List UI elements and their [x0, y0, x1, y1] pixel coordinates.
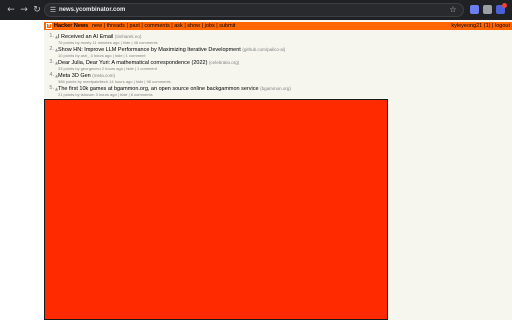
story-rank: 3. — [49, 59, 54, 65]
extension-icon[interactable] — [483, 5, 492, 14]
url-text[interactable]: news.ycombinator.com — [59, 5, 125, 15]
story-row: 3. ▲ Dear Julia, Dear Yuri: A mathematic… — [44, 59, 512, 72]
notification-dot — [502, 3, 507, 8]
page-content: Y Hacker News new | threads | past | com… — [0, 20, 512, 320]
story-domain[interactable]: (github.com/palico-ai) — [242, 47, 285, 52]
story-subtext: 386 points by meetpateltech 14 hours ago… — [58, 79, 171, 84]
story-row: 2. ▲ Show HN: Improve LLM Performance by… — [44, 46, 512, 59]
extension-icon[interactable] — [496, 3, 507, 14]
browser-toolbar: ← → ↻ ☰ news.ycombinator.com ☆ — [0, 0, 512, 20]
story-row: 4. ▲ Meta 3D Gen (meta.com) 386 points b… — [44, 72, 512, 85]
story-domain[interactable]: (timharek.no) — [115, 34, 142, 39]
forward-arrow-icon[interactable]: → — [17, 3, 31, 17]
story-row: 5. ▲ The first 10k games at bgammon.org,… — [44, 85, 512, 98]
red-overlay-panel — [44, 99, 388, 320]
back-arrow-icon[interactable]: ← — [4, 3, 18, 17]
site-title[interactable]: Hacker News — [54, 22, 88, 30]
top-nav: new | threads | past | comments | ask | … — [92, 23, 236, 29]
nav-link-submit[interactable]: submit — [219, 23, 235, 29]
story-domain[interactable]: (bgammon.org) — [260, 86, 291, 91]
hn-header: Y Hacker News new | threads | past | com… — [44, 22, 512, 30]
nav-link-show[interactable]: show — [187, 23, 200, 29]
address-bar[interactable]: ☰ news.ycombinator.com ☆ — [44, 3, 464, 17]
story-row: 1. ▲ I Received an AI Email (timharek.no… — [44, 33, 512, 46]
story-subtext: 76 points by mosty 11 minutes ago | hide… — [58, 40, 158, 45]
hn-frame: Y Hacker News new | threads | past | com… — [44, 20, 512, 320]
logout-link[interactable]: logout — [495, 23, 510, 29]
story-subtext: 10 points by ash_ 3 hours ago | hide | 1… — [58, 53, 146, 58]
nav-link-jobs[interactable]: jobs — [205, 23, 215, 29]
story-subtext: 33 points by georgecmu 2 hours ago | hid… — [58, 66, 157, 71]
extension-icon[interactable] — [470, 5, 479, 14]
site-info-icon[interactable]: ☰ — [48, 5, 58, 15]
nav-link-new[interactable]: new — [92, 23, 102, 29]
username-link[interactable]: kyleyeong21 (1) — [451, 23, 490, 29]
story-rank: 2. — [49, 46, 54, 52]
y-logo-icon[interactable]: Y — [46, 23, 52, 29]
reload-icon[interactable]: ↻ — [30, 3, 44, 17]
story-rank: 5. — [49, 85, 54, 91]
story-domain[interactable]: (meta.com) — [92, 73, 115, 78]
nav-link-comments[interactable]: comments — [144, 23, 169, 29]
star-icon[interactable]: ☆ — [448, 5, 458, 15]
story-domain[interactable]: (celebratio.org) — [209, 60, 239, 65]
user-area: kyleyeong21 (1) | logout — [451, 23, 510, 29]
nav-link-threads[interactable]: threads — [107, 23, 125, 29]
story-subtext: 21 points by tslocum 3 hours ago | hide … — [58, 92, 153, 97]
nav-link-past[interactable]: past — [129, 23, 139, 29]
story-rank: 1. — [49, 33, 54, 39]
story-rank: 4. — [49, 72, 54, 78]
nav-link-ask[interactable]: ask — [174, 23, 183, 29]
